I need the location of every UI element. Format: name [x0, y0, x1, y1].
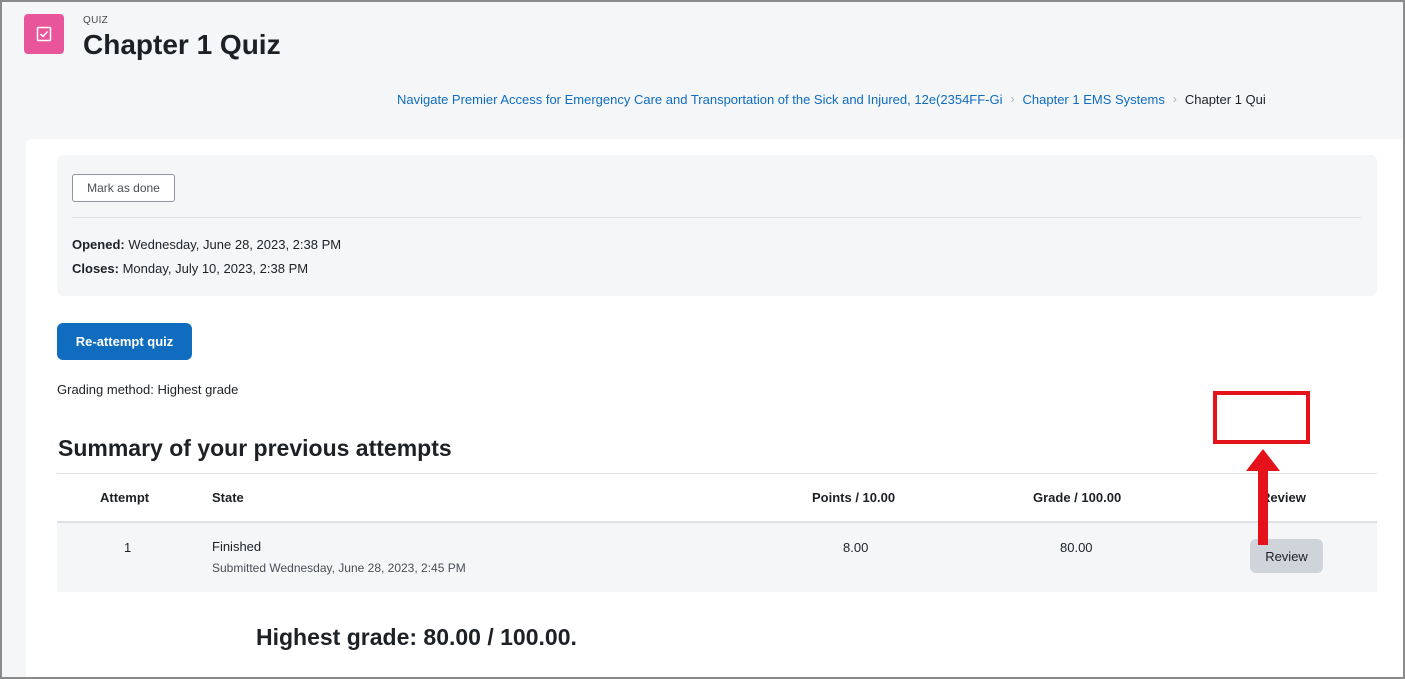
- opened-value: Wednesday, June 28, 2023, 2:38 PM: [128, 237, 342, 252]
- closes-date: Closes: Monday, July 10, 2023, 2:38 PM: [72, 261, 308, 276]
- breadcrumb-item-course[interactable]: Navigate Premier Access for Emergency Ca…: [397, 92, 1003, 107]
- breadcrumb: Navigate Premier Access for Emergency Ca…: [397, 89, 1403, 109]
- table-row: 1 Finished Submitted Wednesday, June 28,…: [57, 523, 1377, 592]
- reattempt-quiz-button[interactable]: Re-attempt quiz: [57, 323, 192, 360]
- arrow-up-icon: [1246, 449, 1280, 545]
- attempt-grade: 80.00: [1060, 540, 1093, 555]
- activity-info: Mark as done Opened: Wednesday, June 28,…: [57, 155, 1377, 296]
- closes-label: Closes:: [72, 261, 119, 276]
- divider: [72, 217, 1361, 218]
- column-header-state: State: [212, 490, 244, 505]
- opened-label: Opened:: [72, 237, 125, 252]
- opened-date: Opened: Wednesday, June 28, 2023, 2:38 P…: [72, 237, 341, 252]
- grading-method: Grading method: Highest grade: [57, 382, 239, 397]
- breadcrumb-item-section[interactable]: Chapter 1 EMS Systems: [1023, 92, 1165, 107]
- attempt-number: 1: [124, 540, 132, 555]
- table-header: Attempt State Points / 10.00 Grade / 100…: [57, 473, 1377, 523]
- page-frame: QUIZ Chapter 1 Quiz Navigate Premier Acc…: [0, 0, 1405, 679]
- annotation-highlight-box: [1213, 391, 1310, 444]
- chevron-right-icon: ›: [1172, 92, 1177, 106]
- attempts-table: Attempt State Points / 10.00 Grade / 100…: [57, 473, 1377, 592]
- page-header: QUIZ Chapter 1 Quiz Navigate Premier Acc…: [2, 2, 1403, 132]
- highest-grade: Highest grade: 80.00 / 100.00.: [256, 624, 577, 650]
- closes-value: Monday, July 10, 2023, 2:38 PM: [122, 261, 309, 276]
- chevron-right-icon: ›: [1010, 92, 1015, 106]
- attempt-points: 8.00: [843, 540, 869, 555]
- attempt-state: Finished: [212, 539, 262, 554]
- summary-heading: Summary of your previous attempts: [58, 435, 452, 461]
- column-header-grade: Grade / 100.00: [1033, 490, 1122, 505]
- column-header-attempt: Attempt: [100, 490, 150, 505]
- activity-type-label: QUIZ: [83, 15, 109, 26]
- quiz-icon: [24, 14, 64, 54]
- main-content: Mark as done Opened: Wednesday, June 28,…: [26, 139, 1403, 677]
- breadcrumb-item-current: Chapter 1 Qui: [1184, 91, 1266, 107]
- column-header-points: Points / 10.00: [812, 490, 896, 505]
- mark-as-done-button[interactable]: Mark as done: [72, 174, 175, 202]
- page-title: Chapter 1 Quiz: [83, 29, 281, 60]
- attempt-submitted: Submitted Wednesday, June 28, 2023, 2:45…: [212, 561, 466, 575]
